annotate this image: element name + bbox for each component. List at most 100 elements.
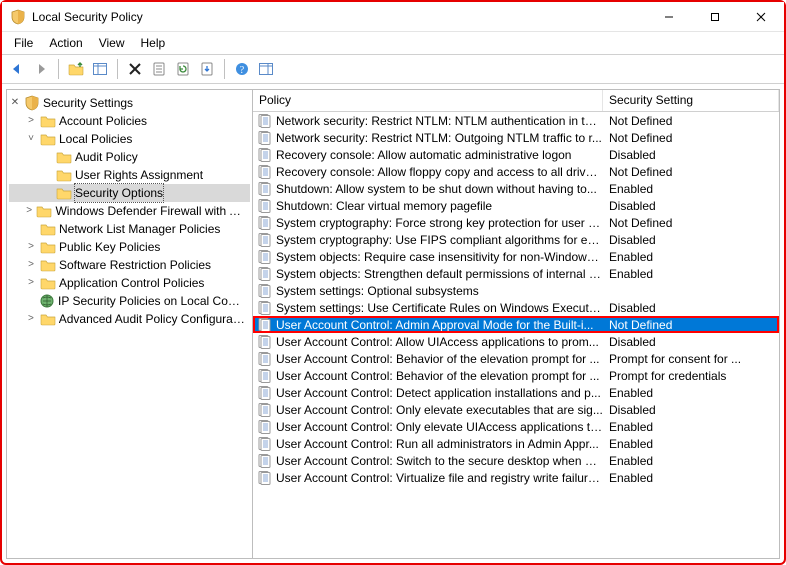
policy-setting: Disabled [603,233,779,247]
policy-setting: Disabled [603,301,779,315]
policy-name: System settings: Use Certificate Rules o… [276,301,603,315]
policy-name: User Account Control: Virtualize file an… [276,471,603,485]
policy-row[interactable]: User Account Control: Behavior of the el… [253,350,779,367]
policy-row[interactable]: User Account Control: Virtualize file an… [253,469,779,486]
app-icon [10,9,26,25]
tree-item[interactable]: >Public Key Policies [9,238,250,256]
menu-action[interactable]: Action [41,34,90,52]
tree-item[interactable]: >Application Control Policies [9,274,250,292]
tree-item[interactable]: >Account Policies [9,112,250,130]
policy-setting: Enabled [603,267,779,281]
help-icon[interactable]: ? [231,58,253,80]
policy-row[interactable]: System objects: Require case insensitivi… [253,248,779,265]
up-icon[interactable] [65,58,87,80]
policy-row[interactable]: User Account Control: Only elevate UIAcc… [253,418,779,435]
tree-item[interactable]: User Rights Assignment [9,166,250,184]
policy-row[interactable]: System settings: Use Certificate Rules o… [253,299,779,316]
maximize-button[interactable] [692,2,738,31]
policy-row[interactable]: System objects: Strengthen default permi… [253,265,779,282]
folder-icon [40,257,56,273]
tree-item-label: Local Policies [59,130,132,148]
policy-setting: Not Defined [603,216,779,230]
export-list-icon[interactable] [196,58,218,80]
collapse-icon[interactable]: ✕ [9,94,21,112]
tree-pane: ✕ Security Settings >Account Policies˅ Lo… [6,89,253,559]
tree-root[interactable]: ✕ Security Settings [9,94,250,112]
expand-icon[interactable]: > [25,274,37,292]
expand-icon[interactable]: > [25,112,37,130]
policy-setting: Enabled [603,386,779,400]
policy-row[interactable]: System settings: Optional subsystems [253,282,779,299]
tree-item[interactable]: >Advanced Audit Policy Configuration [9,310,250,328]
policy-setting: Disabled [603,403,779,417]
tree-item[interactable]: >Windows Defender Firewall with Advanced… [9,202,250,220]
policy-setting: Disabled [603,148,779,162]
policy-setting: Enabled [603,454,779,468]
policy-row[interactable]: Recovery console: Allow floppy copy and … [253,163,779,180]
folder-icon [40,131,56,147]
policy-name: System objects: Strengthen default permi… [276,267,603,281]
policy-row[interactable]: System cryptography: Force strong key pr… [253,214,779,231]
policy-icon [257,283,273,299]
menu-view[interactable]: View [91,34,133,52]
policy-icon [257,113,273,129]
folder-icon [56,185,72,201]
show-hide-tree-icon[interactable] [89,58,111,80]
policy-setting: Enabled [603,420,779,434]
policy-icon [257,436,273,452]
minimize-button[interactable] [646,2,692,31]
policy-icon [257,334,273,350]
policy-icon [257,419,273,435]
tree[interactable]: ✕ Security Settings >Account Policies˅ Lo… [7,90,252,558]
back-icon[interactable] [6,58,28,80]
tree-item[interactable]: Security Options [9,184,250,202]
policy-setting: Not Defined [603,131,779,145]
policy-name: System cryptography: Use FIPS compliant … [276,233,603,247]
policy-row[interactable]: User Account Control: Behavior of the el… [253,367,779,384]
expand-icon[interactable]: > [25,310,37,328]
column-header-policy[interactable]: Policy [253,90,603,111]
delete-icon[interactable] [124,58,146,80]
tree-item[interactable]: IP Security Policies on Local Computer [9,292,250,310]
policy-row[interactable]: Recovery console: Allow automatic admini… [253,146,779,163]
policy-row[interactable]: User Account Control: Detect application… [253,384,779,401]
expand-icon[interactable]: > [25,238,37,256]
policy-icon [257,147,273,163]
policy-icon [257,130,273,146]
show-hide-action-pane-icon[interactable] [255,58,277,80]
menubar: File Action View Help [2,32,784,54]
policy-row[interactable]: System cryptography: Use FIPS compliant … [253,231,779,248]
ipsec-icon [39,293,55,309]
tree-item[interactable]: ˅ Local Policies [9,130,250,148]
policy-row[interactable]: User Account Control: Admin Approval Mod… [253,316,779,333]
policy-row[interactable]: User Account Control: Allow UIAccess app… [253,333,779,350]
policy-setting: Prompt for credentials [603,369,779,383]
tree-item[interactable]: Network List Manager Policies [9,220,250,238]
policy-name: User Account Control: Admin Approval Mod… [276,318,593,332]
folder-icon [36,203,52,219]
policy-row[interactable]: Shutdown: Allow system to be shut down w… [253,180,779,197]
refresh-icon[interactable] [172,58,194,80]
close-button[interactable] [738,2,784,31]
menu-file[interactable]: File [6,34,41,52]
policy-icon [257,470,273,486]
column-header-setting[interactable]: Security Setting [603,90,779,111]
grid-body[interactable]: Network security: Restrict NTLM: NTLM au… [253,112,779,558]
menu-help[interactable]: Help [133,34,174,52]
policy-setting: Enabled [603,250,779,264]
expand-icon[interactable]: > [25,202,33,220]
policy-row[interactable]: User Account Control: Switch to the secu… [253,452,779,469]
policy-row[interactable]: Network security: Restrict NTLM: NTLM au… [253,112,779,129]
collapse-icon[interactable]: ˅ [25,130,37,148]
forward-icon[interactable] [30,58,52,80]
expand-icon[interactable]: > [25,256,37,274]
tree-item[interactable]: Audit Policy [9,148,250,166]
policy-row[interactable]: Network security: Restrict NTLM: Outgoin… [253,129,779,146]
titlebar: Local Security Policy [2,2,784,32]
policy-row[interactable]: Shutdown: Clear virtual memory pagefileD… [253,197,779,214]
folder-icon [40,275,56,291]
tree-item[interactable]: >Software Restriction Policies [9,256,250,274]
policy-row[interactable]: User Account Control: Run all administra… [253,435,779,452]
policy-row[interactable]: User Account Control: Only elevate execu… [253,401,779,418]
properties-icon[interactable] [148,58,170,80]
